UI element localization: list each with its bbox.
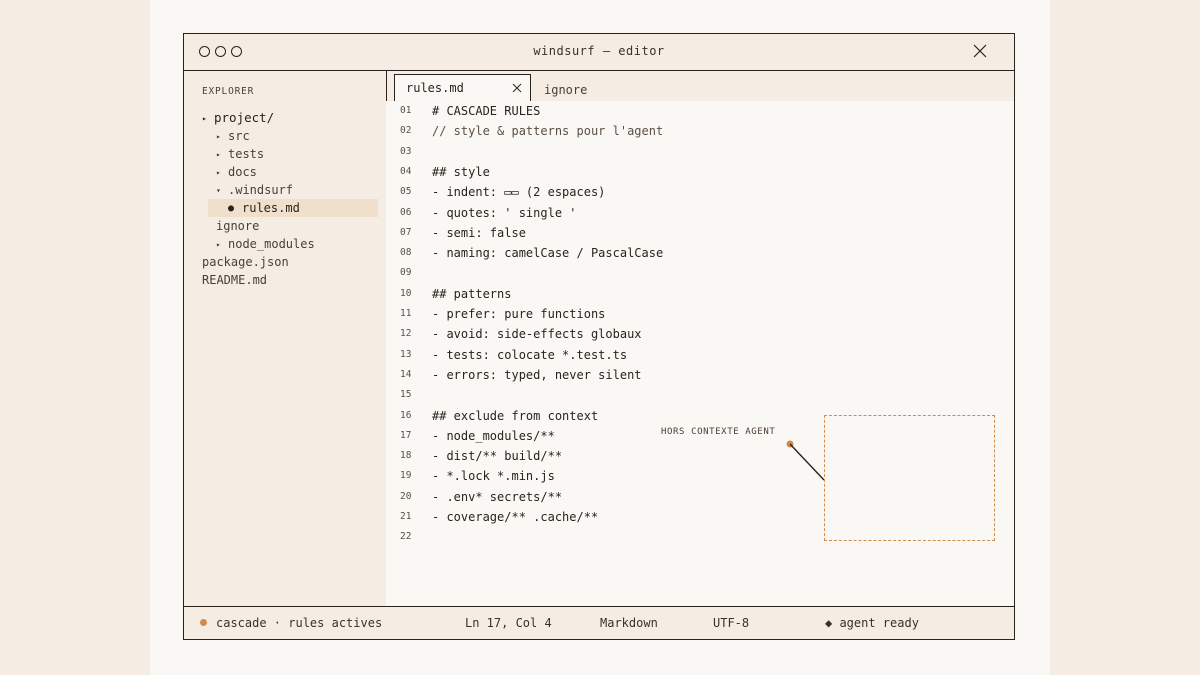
status-dot-icon: [200, 619, 207, 626]
line-number: 18: [400, 450, 412, 462]
chevron-down-icon: ▾: [216, 185, 221, 195]
status-cascade[interactable]: cascade · rules actives: [200, 616, 382, 630]
line-number: 11: [400, 308, 412, 319]
line-text: - errors: typed, never silent: [432, 367, 642, 382]
status-agent[interactable]: ◆ agent ready: [825, 616, 919, 630]
status-bar: cascade · rules actives Ln 17, Col 4 Mar…: [184, 606, 1014, 639]
line-text: - naming: camelCase / PascalCase: [432, 246, 664, 261]
line-text: ## style: [432, 164, 490, 179]
status-cascade-label: cascade · rules actives: [216, 616, 383, 630]
title-bar: windsurf — editor: [184, 34, 1014, 71]
line-number: 01: [400, 105, 412, 116]
tree-item[interactable]: ● rules.md: [208, 199, 378, 217]
line-text: ## exclude from context: [432, 408, 599, 423]
line-text: - avoid: side-effects globaux: [432, 327, 642, 342]
tab-close-icon[interactable]: [512, 83, 522, 93]
line-text: # CASCADE RULES: [432, 104, 541, 118]
line-number: 07: [400, 226, 412, 238]
tree-item-label: tests: [228, 147, 265, 161]
line-number: 05: [400, 186, 412, 198]
tree-item-label: docs: [228, 165, 257, 179]
line-text: // style & patterns pour l'agent: [432, 124, 664, 139]
line-text: ## patterns: [432, 286, 512, 301]
tree-item-label: ignore: [216, 219, 260, 233]
line-text: - semi: false: [432, 225, 526, 240]
line-text: - tests: colocate *.test.ts: [432, 347, 628, 362]
chevron-right-icon: ▸: [202, 113, 207, 123]
chevron-right-icon: ▸: [216, 239, 221, 249]
line-number: 04: [400, 165, 412, 177]
code-editor[interactable]: 22 21 - coverage/** .cache/** 20 - .env* sec…: [386, 101, 1014, 607]
close-icon[interactable]: [972, 43, 988, 59]
chevron-right-icon: ▸: [216, 149, 221, 159]
tree-item[interactable]: ▾ .windsurf: [184, 181, 386, 199]
editor-window: windsurf — editor EXPLORER ▸ project/ ▸ src…: [183, 33, 1015, 640]
tree-item[interactable]: ▸ docs: [184, 163, 386, 181]
tab-bar: rules.md ignore: [386, 70, 1014, 104]
file-tree: ▸ project/ ▸ src ▸ tests ▸ docs ▾ .windsurf ● rules…: [184, 109, 386, 289]
tree-item-label: src: [228, 129, 250, 143]
status-language[interactable]: Markdown: [600, 616, 658, 630]
line-number: 06: [400, 206, 412, 218]
line-text: - node_modules/**: [432, 428, 555, 443]
line-number: 12: [400, 328, 412, 340]
line-text: - dist/** build/**: [432, 449, 563, 464]
tree-item-label: .windsurf: [228, 183, 294, 197]
line-number: 10: [400, 287, 412, 299]
line-number: 21: [400, 511, 412, 522]
active-file-dot-icon: ●: [228, 202, 235, 214]
tree-item[interactable]: package.json: [184, 253, 386, 271]
tree-item-label: rules.md: [242, 201, 300, 215]
line-number: 20: [400, 490, 412, 502]
tree-item-label: project/: [214, 110, 275, 125]
tree-item[interactable]: ▸ src: [184, 127, 386, 145]
tree-item[interactable]: ▸ project/: [184, 109, 386, 127]
tree-item-label: node_modules: [228, 237, 315, 251]
line-text: - indent: ▭▭ (2 espaces): [432, 185, 606, 200]
line-number: 14: [400, 368, 412, 380]
exclude-annotation-label: HORS CONTEXTE AGENT: [661, 427, 776, 437]
tree-item[interactable]: README.md: [184, 271, 386, 289]
tree-item-label: README.md: [202, 273, 268, 287]
line-number: 16: [400, 409, 412, 421]
chevron-right-icon: ▸: [216, 131, 221, 141]
line-text: - coverage/** .cache/**: [432, 510, 599, 524]
tab-rules-md[interactable]: rules.md: [394, 74, 531, 103]
line-text: - *.lock *.min.js: [432, 469, 555, 484]
chevron-right-icon: ▸: [216, 167, 221, 177]
tree-item-label: package.json: [202, 255, 289, 269]
line-number: 03: [400, 145, 412, 157]
status-encoding[interactable]: UTF-8: [713, 616, 749, 630]
line-number: 09: [400, 267, 412, 279]
line-number: 17: [400, 429, 412, 441]
line-number: 08: [400, 247, 412, 259]
line-number: 19: [400, 470, 412, 482]
editor-area: rules.md ignore 22 21 - coverage/** .cache…: [386, 70, 1014, 607]
window-title: windsurf — editor: [533, 44, 665, 58]
explorer-heading: EXPLORER: [202, 86, 255, 97]
line-number: 22: [400, 531, 412, 543]
explorer-sidebar: EXPLORER ▸ project/ ▸ src ▸ tests ▸ docs ▾ .winds…: [184, 70, 387, 607]
tab-label: rules.md: [406, 81, 464, 95]
tree-item[interactable]: ▸ node_modules: [184, 235, 386, 253]
excluded-context-box: [824, 415, 995, 541]
line-text: - .env* secrets/**: [432, 489, 563, 504]
line-text: - prefer: pure functions: [432, 307, 606, 321]
annotation-connector: [786, 440, 825, 481]
line-number: 02: [400, 125, 412, 137]
status-cursor-position[interactable]: Ln 17, Col 4: [465, 616, 552, 630]
line-text: - quotes: ' single ': [432, 205, 577, 220]
tab-ignore[interactable]: ignore: [544, 77, 587, 104]
tree-item[interactable]: ignore: [184, 217, 386, 235]
line-number: 13: [400, 348, 412, 360]
tree-item[interactable]: ▸ tests: [184, 145, 386, 163]
line-number: 15: [400, 389, 412, 401]
